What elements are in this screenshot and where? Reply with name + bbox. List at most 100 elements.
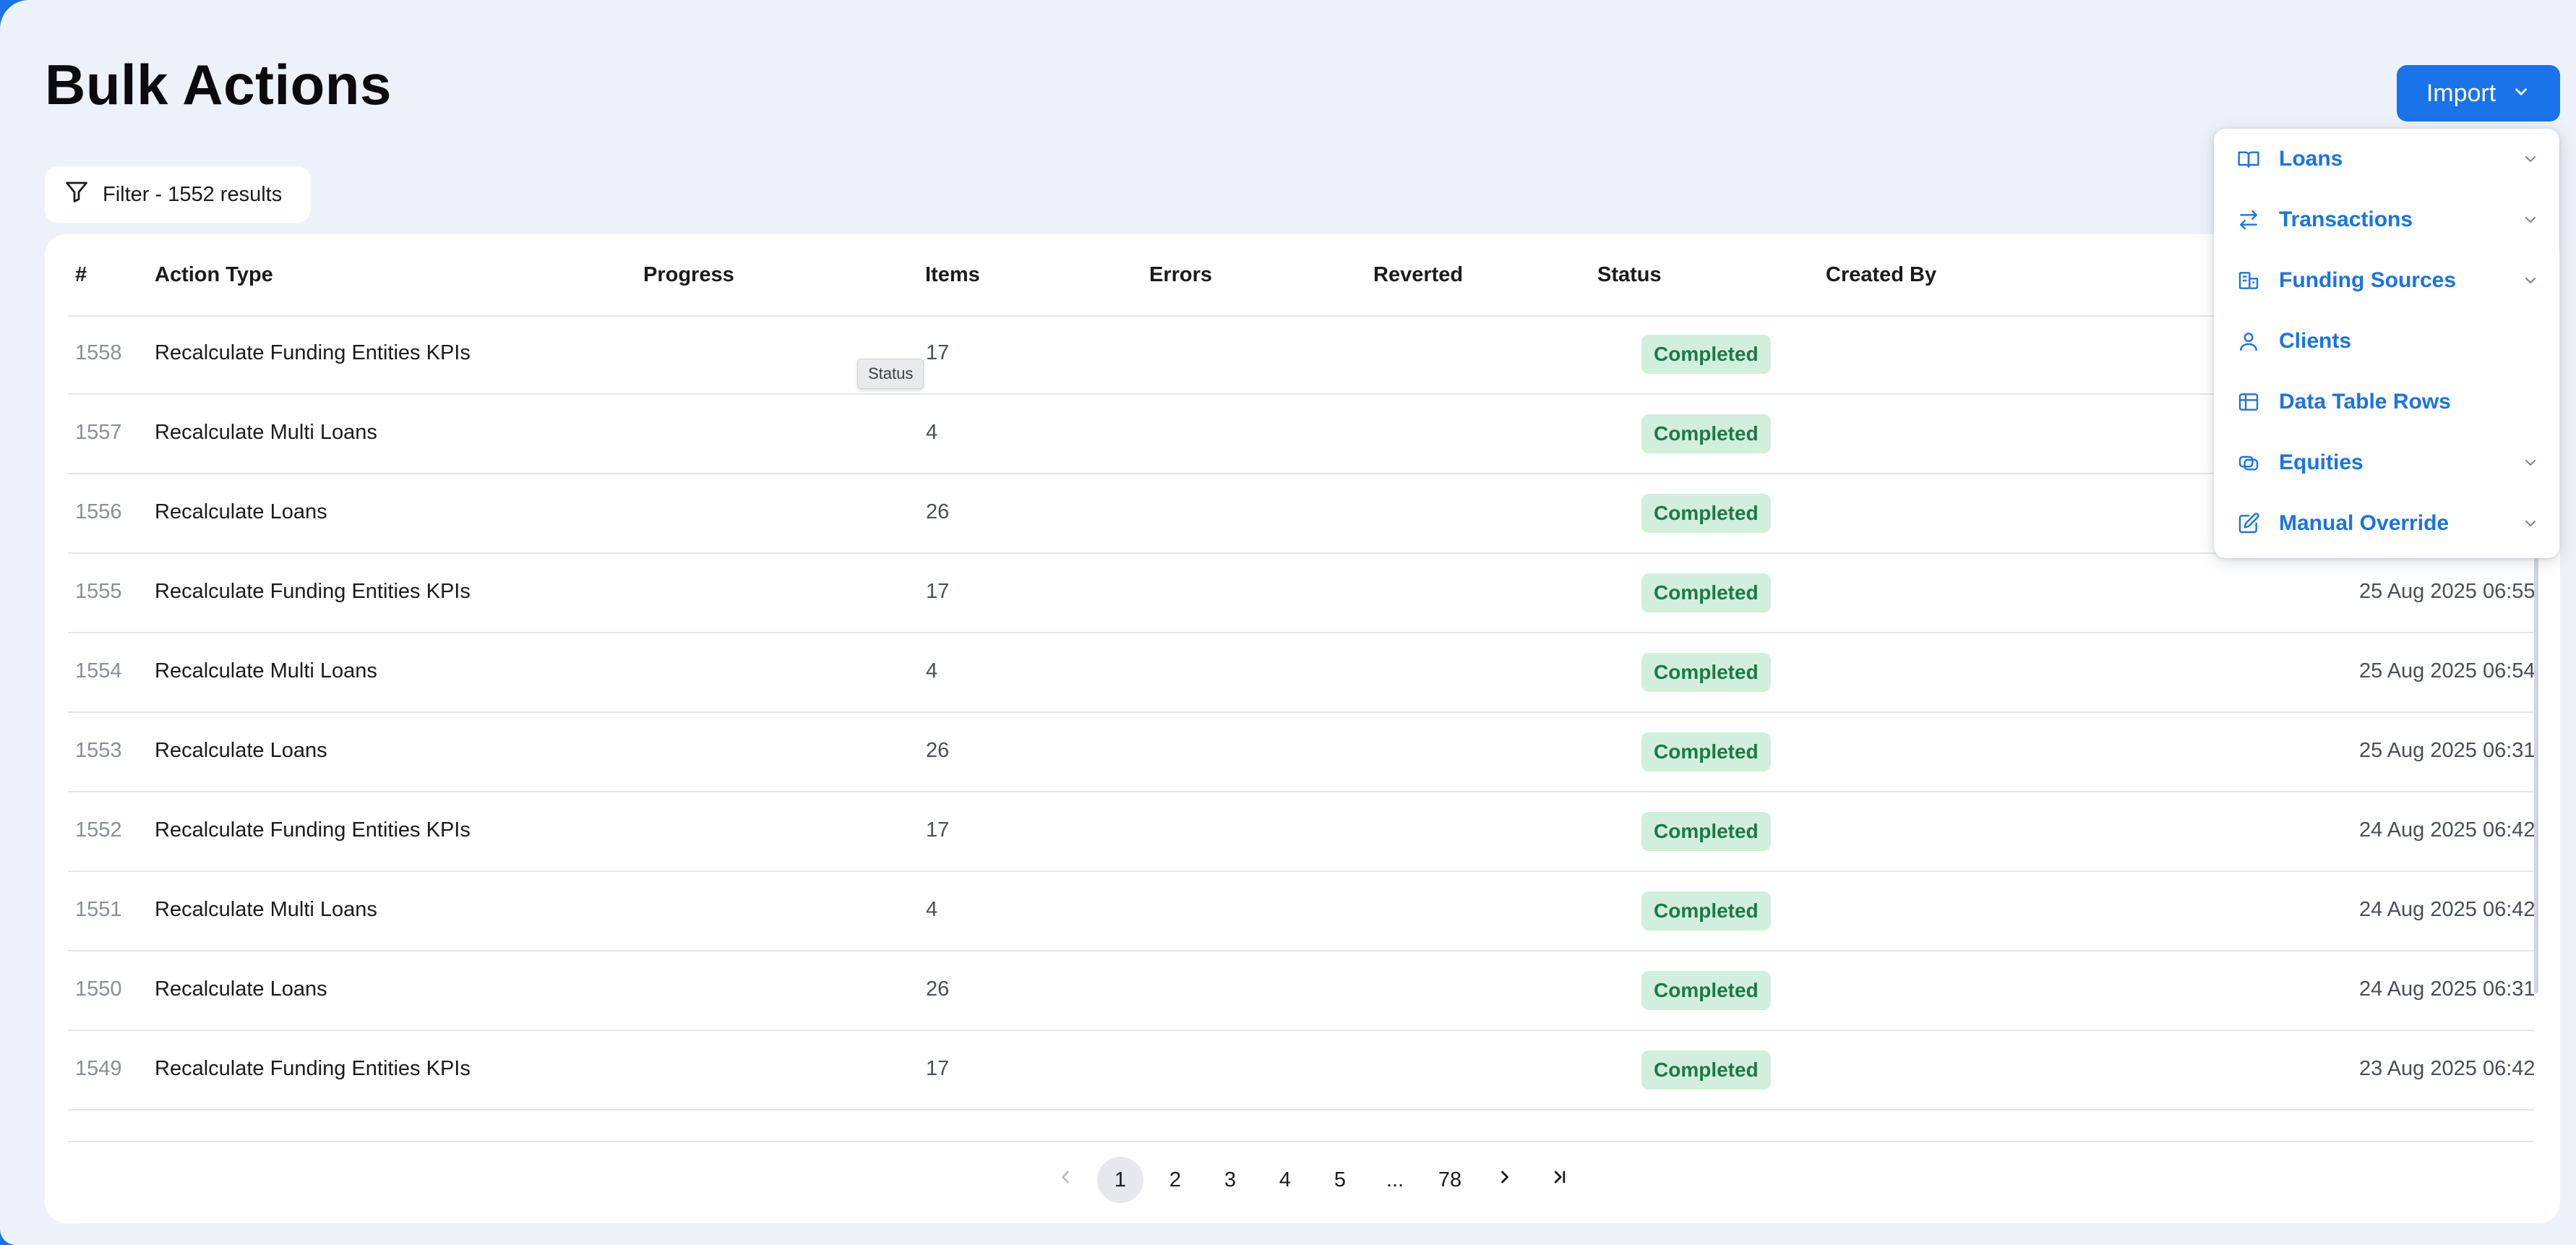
table-row[interactable]: 1558 Recalculate Funding Entities KPIs 1… [68,315,2534,395]
row-items: 26 [926,977,950,1001]
row-date: 24 Aug 2025 06:31 [2359,977,2536,1001]
row-date: 25 Aug 2025 06:55 [2359,580,2536,603]
arrows-swap-icon [2237,208,2260,231]
row-action-type: Recalculate Funding Entities KPIs [155,1057,471,1080]
next-page-button[interactable] [1482,1157,1528,1203]
row-id: 1556 [75,500,122,523]
row-action-type: Recalculate Loans [155,977,327,1001]
page-button-5[interactable]: 5 [1317,1157,1363,1203]
table-bottom-divider [68,1141,2534,1142]
chevron-down-icon [2522,454,2539,471]
table-row[interactable]: 1554 Recalculate Multi Loans 4 Completed… [68,633,2536,713]
row-items: 4 [926,421,938,444]
table-row[interactable]: 1557 Recalculate Multi Loans 4 Completed [68,395,2534,474]
row-action-type: Recalculate Multi Loans [155,421,377,444]
previous-page-button[interactable] [1042,1157,1089,1203]
menu-item-data-table-rows[interactable]: Data Table Rows [2214,372,2559,432]
column-header-items[interactable]: Items [925,263,980,287]
row-action-type: Recalculate Loans [155,739,327,762]
table-row[interactable]: 1549 Recalculate Funding Entities KPIs 1… [68,1031,2536,1111]
table-scrollbar[interactable] [2534,545,2538,993]
table-row[interactable]: 1555 Recalculate Funding Entities KPIs 1… [68,554,2536,633]
pagination-ellipsis: ... [1386,1168,1404,1191]
row-action-type: Recalculate Funding Entities KPIs [155,580,471,603]
chevron-down-icon [2522,150,2539,168]
column-header-id[interactable]: # [75,263,87,287]
column-header-progress[interactable]: Progress [643,263,734,287]
import-button[interactable]: Import [2397,65,2560,121]
status-badge: Completed [1641,971,1771,1010]
chevron-down-icon [2522,211,2539,228]
menu-item-funding-sources[interactable]: Funding Sources [2214,250,2559,311]
row-items: 17 [926,580,950,603]
page-button-1[interactable]: 1 [1097,1157,1143,1203]
last-page-button[interactable] [1537,1157,1583,1203]
table-header: # Action Type Progress Items Errors Reve… [68,234,2534,317]
corner-accent [0,0,29,29]
row-items: 26 [926,500,950,523]
status-badge: Completed [1641,812,1771,851]
menu-item-clients[interactable]: Clients [2214,311,2559,372]
row-action-type: Recalculate Funding Entities KPIs [155,818,471,842]
row-items: 17 [926,818,950,842]
column-header-action-type[interactable]: Action Type [155,263,273,287]
menu-item-equities[interactable]: Equities [2214,432,2559,493]
import-button-label: Import [2426,79,2496,107]
row-id: 1552 [75,818,122,842]
row-date: 23 Aug 2025 06:42 [2359,1057,2536,1080]
row-id: 1550 [75,977,122,1001]
pagination: 1 2 3 4 5 ... 78 [1042,1157,1592,1203]
column-header-errors[interactable]: Errors [1149,263,1212,287]
row-items: 4 [926,659,938,683]
chevron-down-icon [2512,80,2530,108]
page-button-4[interactable]: 4 [1262,1157,1308,1203]
menu-item-label: Manual Override [2279,511,2450,535]
table-row[interactable]: 1550 Recalculate Loans 26 Completed 24 A… [68,951,2536,1031]
filter-button[interactable]: Filter - 1552 results [45,166,311,223]
row-date: 25 Aug 2025 06:54 [2359,659,2536,683]
column-header-reverted[interactable]: Reverted [1373,263,1463,287]
status-badge: Completed [1641,573,1771,612]
table-body: 1558 Recalculate Funding Entities KPIs 1… [68,315,2536,1111]
row-id: 1551 [75,898,122,921]
row-items: 4 [926,898,938,921]
menu-item-label: Funding Sources [2279,268,2457,292]
table-row[interactable]: 1553 Recalculate Loans 26 Completed 25 A… [68,713,2536,792]
row-items: 26 [926,739,950,762]
column-header-status[interactable]: Status [1597,263,1662,287]
row-items: 17 [926,1057,950,1080]
table-row[interactable]: 1556 Recalculate Loans 26 Completed [68,474,2534,554]
status-tooltip: Status [857,359,924,389]
row-id: 1554 [75,659,122,683]
coins-icon [2237,451,2260,474]
row-action-type: Recalculate Multi Loans [155,659,377,683]
status-badge: Completed [1641,732,1771,771]
row-items: 17 [926,341,950,364]
row-id: 1555 [75,580,122,603]
menu-item-label: Clients [2279,329,2352,353]
column-header-created-by[interactable]: Created By [1826,263,1936,287]
menu-item-label: Transactions [2279,208,2413,231]
row-id: 1557 [75,421,122,444]
table-row[interactable]: 1552 Recalculate Funding Entities KPIs 1… [68,792,2536,872]
table-icon [2237,390,2260,414]
status-badge: Completed [1641,1051,1771,1090]
menu-item-loans[interactable]: Loans [2214,129,2559,189]
page-button-last[interactable]: 78 [1427,1157,1473,1203]
filter-label: Filter - 1552 results [103,182,283,206]
table-row[interactable]: 1551 Recalculate Multi Loans 4 Completed… [68,872,2536,951]
book-open-icon [2237,147,2260,171]
row-id: 1549 [75,1057,122,1080]
page-button-3[interactable]: 3 [1207,1157,1253,1203]
row-date: 25 Aug 2025 06:31 [2359,739,2536,762]
row-action-type: Recalculate Loans [155,500,327,523]
status-badge: Completed [1641,653,1771,692]
row-id: 1558 [75,341,122,364]
page-button-2[interactable]: 2 [1152,1157,1198,1203]
menu-item-manual-override[interactable]: Manual Override [2214,493,2559,554]
menu-item-transactions[interactable]: Transactions [2214,189,2559,250]
status-badge: Completed [1641,335,1771,374]
row-id: 1553 [75,739,122,762]
page-title: Bulk Actions [45,53,392,116]
bulk-actions-table-card: # Action Type Progress Items Errors Reve… [45,234,2560,1223]
